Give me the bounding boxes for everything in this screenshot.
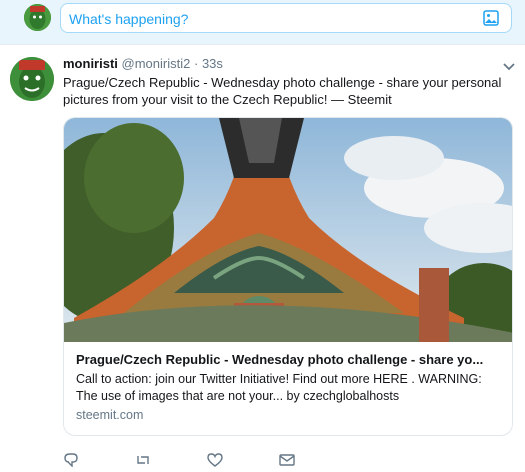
tweet-text: Prague/Czech Republic - Wednesday photo … — [63, 75, 502, 107]
chevron-down-icon[interactable] — [503, 59, 515, 71]
author-name[interactable]: moniristi — [63, 56, 118, 71]
image-icon[interactable] — [483, 10, 499, 26]
card-domain[interactable]: steemit.com — [76, 408, 504, 422]
tweet-timestamp[interactable]: 33s — [202, 56, 223, 71]
reply-icon[interactable] — [63, 453, 79, 468]
separator: · — [193, 56, 199, 71]
card-image — [64, 118, 512, 342]
like-icon[interactable] — [207, 453, 223, 467]
tweet-author-avatar[interactable] — [10, 57, 54, 101]
tweet-composer: What's happening? — [0, 0, 525, 45]
card-description: Call to action: join our Twitter Initiat… — [76, 372, 482, 403]
tweet[interactable]: moniristi @moniristi2 · 33s Prague/Czech… — [0, 45, 525, 468]
card-title[interactable]: Prague/Czech Republic - Wednesday photo … — [76, 351, 504, 368]
author-handle[interactable]: @moniristi2 — [122, 56, 191, 71]
compose-input[interactable]: What's happening? — [60, 3, 512, 33]
tweet-header: moniristi @moniristi2 · 33s — [63, 56, 223, 71]
retweet-icon[interactable] — [135, 453, 151, 467]
compose-placeholder: What's happening? — [69, 11, 189, 27]
tweet-actions — [63, 453, 363, 468]
dm-icon[interactable] — [279, 453, 295, 467]
link-card[interactable]: Prague/Czech Republic - Wednesday photo … — [63, 117, 513, 436]
user-avatar[interactable] — [24, 4, 51, 31]
card-body: Prague/Czech Republic - Wednesday photo … — [76, 351, 504, 422]
